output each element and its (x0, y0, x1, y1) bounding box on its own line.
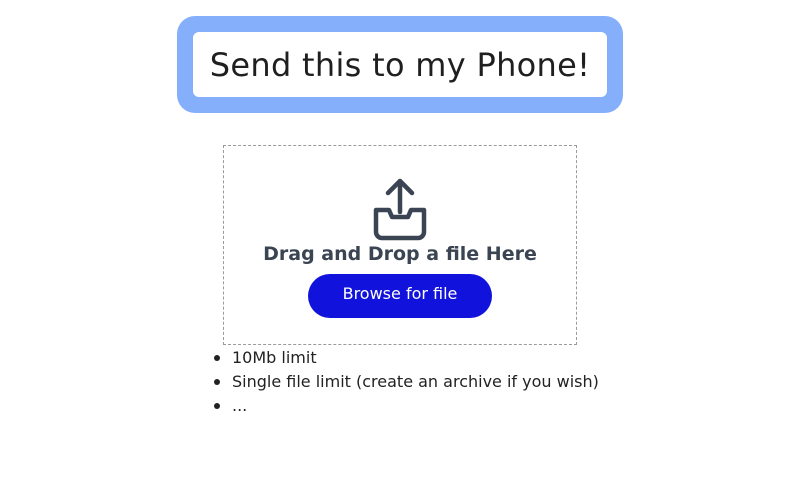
file-drop-zone[interactable]: Drag and Drop a file Here Browse for fil… (223, 145, 577, 345)
list-item: 10Mb limit (214, 346, 599, 370)
bullet-icon (214, 355, 220, 361)
drop-instructions: Drag and Drop a file Here (263, 243, 537, 265)
note-text: ... (232, 396, 248, 415)
browse-file-button[interactable]: Browse for file (308, 274, 492, 318)
upload-tray-icon (367, 176, 433, 242)
bullet-icon (214, 379, 220, 385)
title-box: Send this to my Phone! (193, 32, 607, 97)
list-item: Single file limit (create an archive if … (214, 370, 599, 394)
page-title: Send this to my Phone! (209, 45, 591, 84)
list-item: ... (214, 394, 599, 418)
upload-notes-list: 10Mb limit Single file limit (create an … (214, 346, 599, 418)
title-banner: Send this to my Phone! (177, 16, 623, 113)
page: Send this to my Phone! Drag and Drop a f… (0, 0, 800, 500)
bullet-icon (214, 403, 220, 409)
note-text: Single file limit (create an archive if … (232, 372, 599, 391)
note-text: 10Mb limit (232, 348, 317, 367)
